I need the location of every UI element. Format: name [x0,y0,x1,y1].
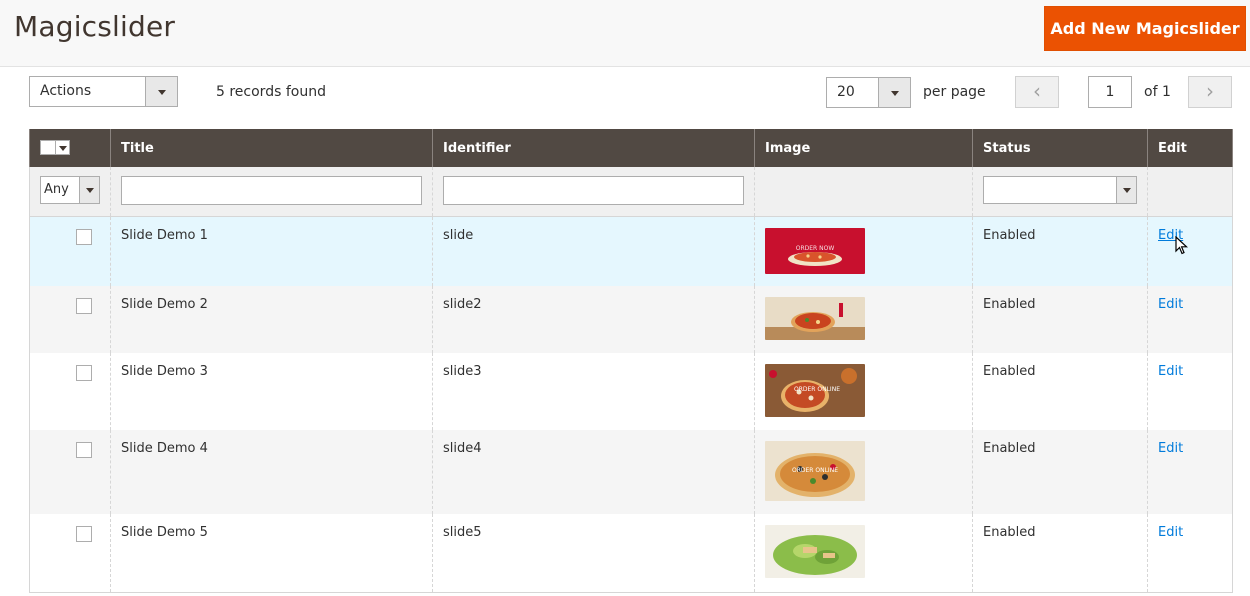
svg-text:ORDER ONLINE: ORDER ONLINE [792,467,838,474]
page-header: Magicslider Add New Magicslider [0,0,1250,67]
row-checkbox[interactable] [76,228,92,245]
chevron-down-icon[interactable] [878,78,910,107]
table-row[interactable]: Slide Demo 4 slide4 ORDER ONLINE Enabled… [29,430,1233,514]
slide-image-salad [765,525,865,578]
identifier-cell: slide2 [432,286,755,353]
row-checkbox[interactable] [76,442,92,458]
title-cell: Slide Demo 2 [110,286,433,353]
previous-page-button[interactable]: ‹ [1015,76,1059,108]
column-header-identifier[interactable]: Identifier [432,129,755,167]
edit-link[interactable]: Edit [1158,297,1183,312]
edit-cell: Edit [1147,286,1233,353]
title-cell: Slide Demo 4 [110,430,433,514]
column-header-status[interactable]: Status [972,129,1148,167]
filter-cell-status [972,167,1148,217]
row-checkbox[interactable] [76,298,92,314]
slider-grid: Title Identifier Image Status Edit Any S… [29,129,1233,593]
title-cell: Slide Demo 3 [110,353,433,430]
svg-text:ORDER ONLINE: ORDER ONLINE [794,386,840,393]
add-new-magicslider-button[interactable]: Add New Magicslider [1044,6,1246,51]
image-cell: ORDER NOW [754,216,973,286]
per-page-label: per page [923,84,986,100]
edit-link[interactable]: Edit [1158,364,1183,379]
filter-cell-image [754,167,973,217]
slide-image-pizza-red: ORDER NOW [765,227,865,274]
mass-select-dropdown[interactable] [40,140,70,155]
any-filter-label: Any [44,182,69,197]
per-page-dropdown[interactable]: 20 [826,77,911,108]
grid-header-row: Title Identifier Image Status Edit [29,129,1233,167]
table-row[interactable]: Slide Demo 3 slide3 ORDER ONLINE Enabled… [29,353,1233,430]
slide-image-pizza-order-online-2: ORDER ONLINE [765,441,865,501]
row-select-cell [29,353,111,430]
row-select-cell [29,514,111,593]
slide-image-pizza-wood [765,297,865,340]
total-pages: of 1 [1144,84,1171,100]
filter-cell-select: Any [29,167,111,217]
mass-select-header [29,129,111,167]
identifier-filter-input[interactable] [443,176,744,205]
filter-cell-identifier [432,167,755,217]
chevron-down-icon[interactable] [55,141,69,154]
chevron-right-icon: › [1206,79,1214,103]
row-select-cell [29,286,111,353]
records-count: 5 records found [216,84,326,100]
image-cell: ORDER ONLINE [754,353,973,430]
any-filter-dropdown[interactable]: Any [40,176,100,204]
image-cell [754,514,973,593]
table-row[interactable]: Slide Demo 1 slide ORDER NOW Enabled Edi… [29,216,1233,286]
title-cell: Slide Demo 5 [110,514,433,593]
edit-cell: Edit [1147,430,1233,514]
table-row[interactable]: Slide Demo 5 slide5 Enabled Edit [29,514,1233,593]
page-number-input[interactable] [1088,76,1132,108]
image-cell [754,286,973,353]
column-header-image: Image [754,129,973,167]
per-page-value: 20 [837,84,855,100]
actions-dropdown-label: Actions [40,83,92,99]
edit-cell: Edit [1147,514,1233,593]
status-cell: Enabled [972,353,1148,430]
chevron-down-icon[interactable] [145,77,177,106]
chevron-down-icon[interactable] [79,177,99,203]
edit-cell: Edit [1147,353,1233,430]
chevron-left-icon: ‹ [1033,79,1041,103]
row-checkbox[interactable] [76,365,92,381]
title-cell: Slide Demo 1 [110,216,433,286]
actions-dropdown[interactable]: Actions [29,76,178,107]
status-cell: Enabled [972,514,1148,593]
title-filter-input[interactable] [121,176,422,205]
svg-text:ORDER NOW: ORDER NOW [796,245,835,252]
identifier-cell: slide4 [432,430,755,514]
mass-select-checkbox[interactable] [41,141,55,154]
chevron-down-icon[interactable] [1116,177,1136,203]
status-cell: Enabled [972,286,1148,353]
table-row[interactable]: Slide Demo 2 slide2 Enabled Edit [29,286,1233,353]
filter-cell-edit [1147,167,1233,217]
row-select-cell [29,430,111,514]
identifier-cell: slide5 [432,514,755,593]
row-select-cell [29,216,111,286]
status-cell: Enabled [972,216,1148,286]
column-header-title[interactable]: Title [110,129,433,167]
edit-cell: Edit [1147,216,1233,286]
identifier-cell: slide [432,216,755,286]
status-cell: Enabled [972,430,1148,514]
slide-image-pizza-order-online: ORDER ONLINE [765,364,865,417]
column-header-edit: Edit [1147,129,1233,167]
filter-row: Any [29,167,1233,217]
filter-cell-title [110,167,433,217]
edit-link[interactable]: Edit [1158,441,1183,456]
page-title: Magicslider [14,10,176,43]
mouse-cursor-icon [1175,236,1189,255]
image-cell: ORDER ONLINE [754,430,973,514]
status-filter-dropdown[interactable] [983,176,1137,204]
row-checkbox[interactable] [76,526,92,542]
next-page-button[interactable]: › [1188,76,1232,108]
identifier-cell: slide3 [432,353,755,430]
edit-link[interactable]: Edit [1158,525,1183,540]
